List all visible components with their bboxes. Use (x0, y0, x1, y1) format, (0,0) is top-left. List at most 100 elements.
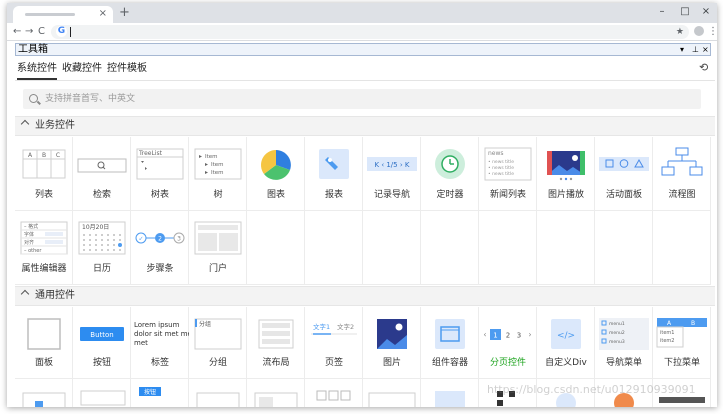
empty-cell (247, 211, 305, 285)
search-input[interactable]: 支持拼音首写、中英文 (23, 89, 701, 109)
icon-text: 1 (493, 332, 497, 340)
panel-close-icon[interactable]: × (702, 43, 709, 56)
control-item[interactable]: Item Item Item 树 (189, 137, 247, 211)
icon-text: ‹ (483, 330, 486, 339)
section-header-business[interactable]: 业务控件 (15, 116, 715, 136)
section-header-general[interactable]: 通用控件 (15, 286, 715, 306)
browser-menu-icon[interactable]: ⋮ (708, 25, 717, 39)
control-label: 导航菜单 (605, 358, 642, 368)
control-item[interactable]: ✓ 2 3 步骤条 (131, 211, 189, 285)
empty-cell (363, 211, 421, 285)
profile-avatar[interactable] (694, 26, 704, 36)
control-item-partial[interactable] (189, 379, 247, 407)
control-item-partial[interactable] (15, 379, 73, 407)
icon-text: 文字1 (313, 322, 330, 331)
activity-panel-icon (599, 157, 649, 171)
control-item-partial[interactable] (247, 379, 305, 407)
control-label: 定时器 (436, 190, 464, 200)
chevron-up-icon (20, 289, 30, 299)
control-item[interactable]: TreeList 树表 (131, 137, 189, 211)
control-item[interactable]: 文字1 文字2 页签 (305, 307, 363, 379)
tab-control-templates[interactable]: 控件模板 (107, 63, 147, 75)
tab-system-controls[interactable]: 系统控件 (17, 63, 57, 75)
control-label: 树表 (150, 190, 169, 200)
control-item[interactable]: 面板 (15, 307, 73, 379)
control-label: 门户 (208, 264, 227, 274)
reload-icon[interactable]: C (38, 25, 45, 39)
dropdown-menu-icon: A Bitem1item2 (656, 318, 707, 348)
control-item[interactable]: 图片 (363, 307, 421, 379)
control-item-partial[interactable] (73, 379, 131, 407)
refresh-icon[interactable]: ⟲ (699, 62, 708, 74)
panel-pin-icon[interactable]: ⊥ (692, 43, 699, 56)
control-item[interactable]: menu1 menu2 menu3 导航菜单 (595, 307, 653, 379)
control-item-partial[interactable] (305, 379, 363, 407)
control-label: 流布局 (262, 358, 290, 368)
address-bar[interactable]: G ★ (51, 25, 689, 39)
control-item[interactable]: 门户 (189, 211, 247, 285)
control-item[interactable]: 报表 (305, 137, 363, 211)
panel-tabs: 系统控件 收藏控件 控件模板 ⟲ (15, 57, 715, 80)
control-item[interactable]: news • news title • news title • news title… (479, 137, 537, 211)
tab-close-icon[interactable]: × (99, 7, 107, 21)
watermark: https://blog.csdn.net/u012910939091 (487, 383, 696, 396)
control-label: 自定义Div (545, 358, 587, 368)
search-icon (29, 94, 38, 103)
maximize-icon[interactable]: □ (677, 5, 693, 19)
control-item[interactable]: 图表 (247, 137, 305, 211)
window-close-icon[interactable]: × (698, 5, 714, 19)
control-item[interactable]: A B C 列表 (15, 137, 73, 211)
control-item[interactable]: 检索 (73, 137, 131, 211)
icon-text: • news title (488, 171, 514, 177)
control-item[interactable]: 组件容器 (421, 307, 479, 379)
control-item[interactable]: 定时器 (421, 137, 479, 211)
label-icon: Lorem ipsumdolor sit met metmet (134, 321, 189, 347)
icon-text: C (56, 152, 60, 159)
tabs-icon: 文字1 文字2 (311, 322, 357, 335)
control-item[interactable]: Button 按钮 (73, 307, 131, 379)
icon-text: – 格式 (24, 223, 38, 230)
control-item[interactable]: – 格式 字体 对齐 – other 属性编辑器 (15, 211, 73, 285)
icon-text: Lorem ipsum (134, 321, 180, 329)
control-label: 流程图 (668, 190, 696, 200)
back-icon[interactable]: ← (13, 25, 21, 39)
control-item[interactable]: ‹ 1 2 3 › 分页控件 (479, 307, 537, 379)
new-tab-button[interactable]: + (119, 6, 130, 20)
timer-icon (435, 149, 465, 179)
bookmark-star-icon[interactable]: ★ (676, 25, 684, 39)
control-label: 组件容器 (431, 358, 468, 368)
icon-text: </> (557, 331, 575, 341)
icon-text: menu1 (609, 321, 625, 327)
control-item[interactable]: A Bitem1 item2 下拉菜单 (653, 307, 711, 379)
control-item[interactable]: 图片播放 (537, 137, 595, 211)
icon-text: 对齐 (24, 239, 34, 246)
control-item[interactable]: 流程图 (653, 137, 711, 211)
button-icon: Button (80, 327, 124, 341)
control-item[interactable]: K ‹ 1/5 › K 记录导航 (363, 137, 421, 211)
icon-text: dolor sit met met (134, 330, 189, 338)
record-nav-icon: K ‹ 1/5 › K (367, 157, 417, 171)
browser-tab[interactable]: × (13, 6, 113, 23)
search-placeholder: 支持拼音首写、中英文 (45, 94, 136, 104)
control-item[interactable]: 分组 分组 (189, 307, 247, 379)
control-item[interactable]: 活动面板 (595, 137, 653, 211)
control-item-partial[interactable]: 按钮 (131, 379, 189, 407)
control-item-partial[interactable] (421, 379, 479, 407)
control-item[interactable]: 流布局 (247, 307, 305, 379)
control-item[interactable]: Lorem ipsum dolor sit met met met 标签 (131, 307, 189, 379)
empty-cell (537, 211, 595, 285)
icon-text: B (42, 152, 46, 159)
tab-favorite-controls[interactable]: 收藏控件 (62, 63, 102, 75)
panel-dropdown-icon[interactable]: ▾ (680, 43, 684, 56)
icon-text: • news title (488, 159, 514, 165)
control-item[interactable]: </> 自定义Div (537, 307, 595, 379)
tree-icon: Item Item Item (194, 148, 242, 180)
icon-text: 按钮 (144, 388, 156, 396)
control-label: 日历 (92, 264, 111, 274)
forward-icon[interactable]: → (25, 25, 33, 39)
minimize-icon[interactable]: – (654, 5, 670, 19)
control-item-partial[interactable] (363, 379, 421, 407)
treelist-icon: TreeList (136, 148, 184, 180)
control-item[interactable]: 10月20日 日历 (73, 211, 131, 285)
icon-text: Item (211, 170, 224, 176)
